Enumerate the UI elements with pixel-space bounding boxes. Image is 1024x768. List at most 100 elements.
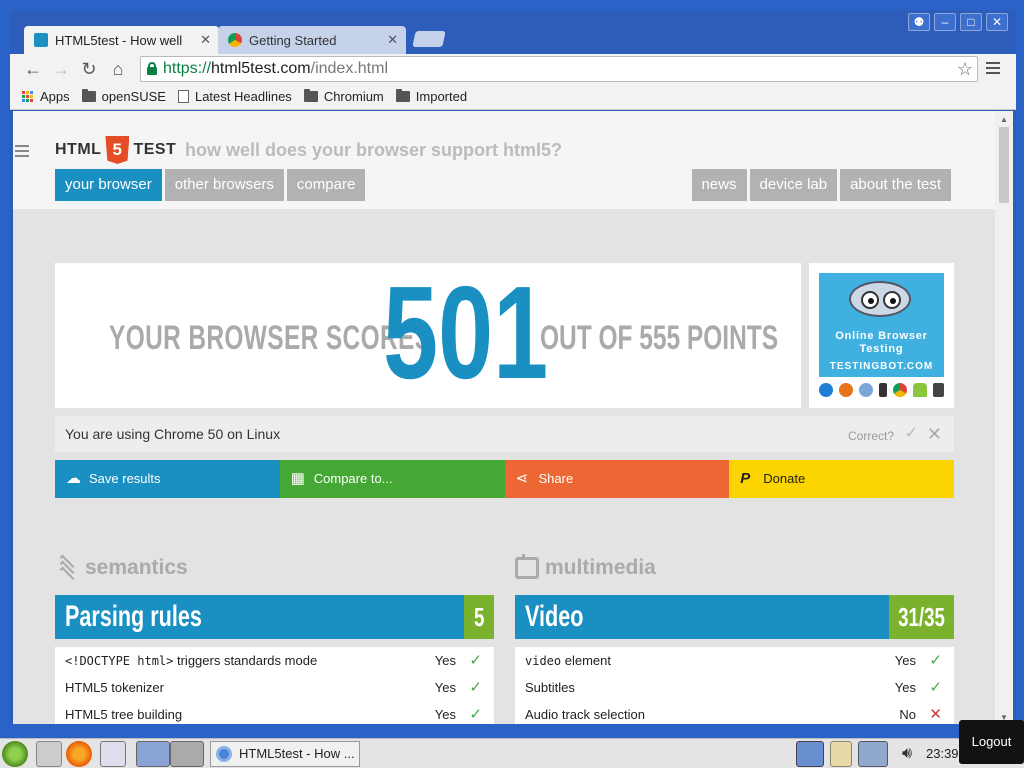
action-label: Save results [89,471,161,486]
page-content: HTML 5 TEST how well does your browser s… [13,111,1013,724]
category-bar-video[interactable]: Video 31/35 [515,595,954,639]
confirm-check-icon[interactable]: ✓ [905,416,918,452]
nav-news[interactable]: news [691,169,747,201]
test-result: Yes [434,680,456,695]
android-icon [913,383,927,397]
robot-icon [849,281,911,317]
scroll-up-icon[interactable]: ▲ [1000,115,1008,124]
section-heading-text: semantics [85,556,188,579]
address-bar[interactable]: https://html5test.com/index.html ☆ [140,56,978,82]
site-logo[interactable]: HTML 5 TEST [55,136,176,164]
reject-x-icon[interactable]: ✕ [927,416,942,452]
taskbar: HTML5test - How ... 🔊︎ 23:39 [0,738,1024,768]
minimize-icon[interactable]: – [934,13,956,31]
bookmark-chromium[interactable]: Chromium [303,89,384,104]
maximize-icon[interactable]: □ [960,13,982,31]
close-tab-icon[interactable]: ✕ [387,32,398,48]
test-row[interactable]: HTML5 tokenizer Yes ✓ [55,674,494,701]
clock[interactable]: 23:39 [926,739,959,768]
category-score: 5 [464,595,494,639]
test-label: HTML5 tokenizer [65,680,164,695]
clipboard-icon[interactable] [830,741,852,767]
cloud-upload-icon: ☁ [66,470,81,487]
tab-getting-started[interactable]: Getting Started ✕ [218,26,406,54]
nav-compare[interactable]: compare [286,169,366,201]
vertical-scrollbar[interactable]: ▲ ▼ [995,111,1013,724]
tablet-icon [933,383,944,397]
compare-to-button[interactable]: ▦ Compare to... [279,460,505,498]
primary-nav: your browser other browsers compare [55,169,366,201]
volume-icon[interactable]: 🔊︎ [896,741,918,767]
apps-grid-icon [22,90,34,103]
browser-icons [819,381,944,399]
user-icon[interactable]: ⚉ [908,13,930,31]
test-row[interactable]: Subtitles Yes ✓ [515,674,954,701]
test-row[interactable]: Audio track selection No ✕ [515,701,954,724]
layers-icon [55,554,79,582]
file-manager-icon[interactable] [36,741,62,767]
ie-icon [819,383,833,397]
check-icon: ✓ [469,706,482,723]
test-row[interactable]: HTML5 tree building Yes ✓ [55,701,494,724]
url-scheme: https:// [163,60,212,77]
bookmark-star-icon[interactable]: ☆ [957,57,973,81]
grid-icon: ▦ [290,470,305,487]
test-label: HTML5 tree building [65,707,183,722]
check-icon: ✓ [929,679,942,696]
test-row[interactable]: <!DOCTYPE html> triggers standards mode … [55,647,494,674]
site-tagline: how well does your browser support html5… [185,140,563,160]
bookmark-label: openSUSE [101,89,166,104]
close-tab-icon[interactable]: ✕ [200,32,211,48]
bookmark-imported[interactable]: Imported [395,89,467,104]
save-results-button[interactable]: ☁ Save results [55,460,280,498]
new-tab-button[interactable] [412,31,446,47]
back-icon[interactable]: ← [22,58,44,80]
test-result: Yes [434,653,456,668]
opensuse-menu-icon[interactable] [2,741,28,767]
browser-toolbar: ← → ↻ ⌂ https://html5test.com/index.html… [10,54,1016,84]
test-label: triggers standards mode [173,653,318,668]
testingbot-ad[interactable]: Online Browser Testing TESTINGBOT.COM [809,263,954,408]
nav-other-browsers[interactable]: other browsers [164,169,284,201]
logo-text-test: TEST [133,141,177,158]
test-label: element [561,653,611,668]
forward-icon[interactable]: → [50,58,72,80]
network-monitor-icon[interactable] [796,741,824,767]
test-row[interactable]: video element Yes ✓ [515,647,954,674]
bookmark-opensuse[interactable]: openSUSE [81,89,166,104]
donate-button[interactable]: P Donate [729,460,954,498]
section-heading-semantics: semantics [55,554,188,582]
nav-device-lab[interactable]: device lab [749,169,838,201]
taskbar-task-chrome[interactable]: HTML5test - How ... [210,741,360,767]
fail-x-icon: ✕ [929,706,942,723]
share-button[interactable]: ⋖ Share [504,460,730,498]
correct-label: Correct? [847,429,894,443]
logout-button[interactable]: Logout [959,720,1024,764]
category-bar-parsing-rules[interactable]: Parsing rules 5 [55,595,494,639]
chrome-icon [216,746,232,762]
bookmark-apps[interactable]: Apps [22,89,70,104]
close-window-icon[interactable]: ✕ [986,13,1008,31]
folder-icon [303,89,318,102]
firefox-icon[interactable] [66,741,92,767]
chrome-icon [893,383,907,397]
action-label: Share [538,471,574,486]
tab-html5test[interactable]: HTML5test - How well d ✕ [24,26,219,54]
secondary-nav: news device lab about the test [691,169,951,201]
nav-about-the-test[interactable]: about the test [840,169,951,201]
nav-your-browser[interactable]: your browser [55,169,162,201]
scrollbar-thumb[interactable] [999,127,1009,203]
reload-icon[interactable]: ↻ [78,58,100,80]
home-icon[interactable]: ⌂ [107,58,129,80]
hamburger-menu-icon[interactable] [15,145,29,160]
lock-icon [147,62,157,75]
network-icon[interactable] [858,741,888,767]
desktop-pager-2[interactable] [170,741,204,767]
chrome-menu-icon[interactable] [986,62,1000,76]
check-icon: ✓ [469,679,482,696]
test-code: video [525,654,562,668]
bookmark-latest-headlines[interactable]: Latest Headlines [177,89,292,104]
desktop-pager-1[interactable] [136,741,170,767]
html5-shield-icon: 5 [105,136,130,164]
windows-icon[interactable] [100,741,126,767]
